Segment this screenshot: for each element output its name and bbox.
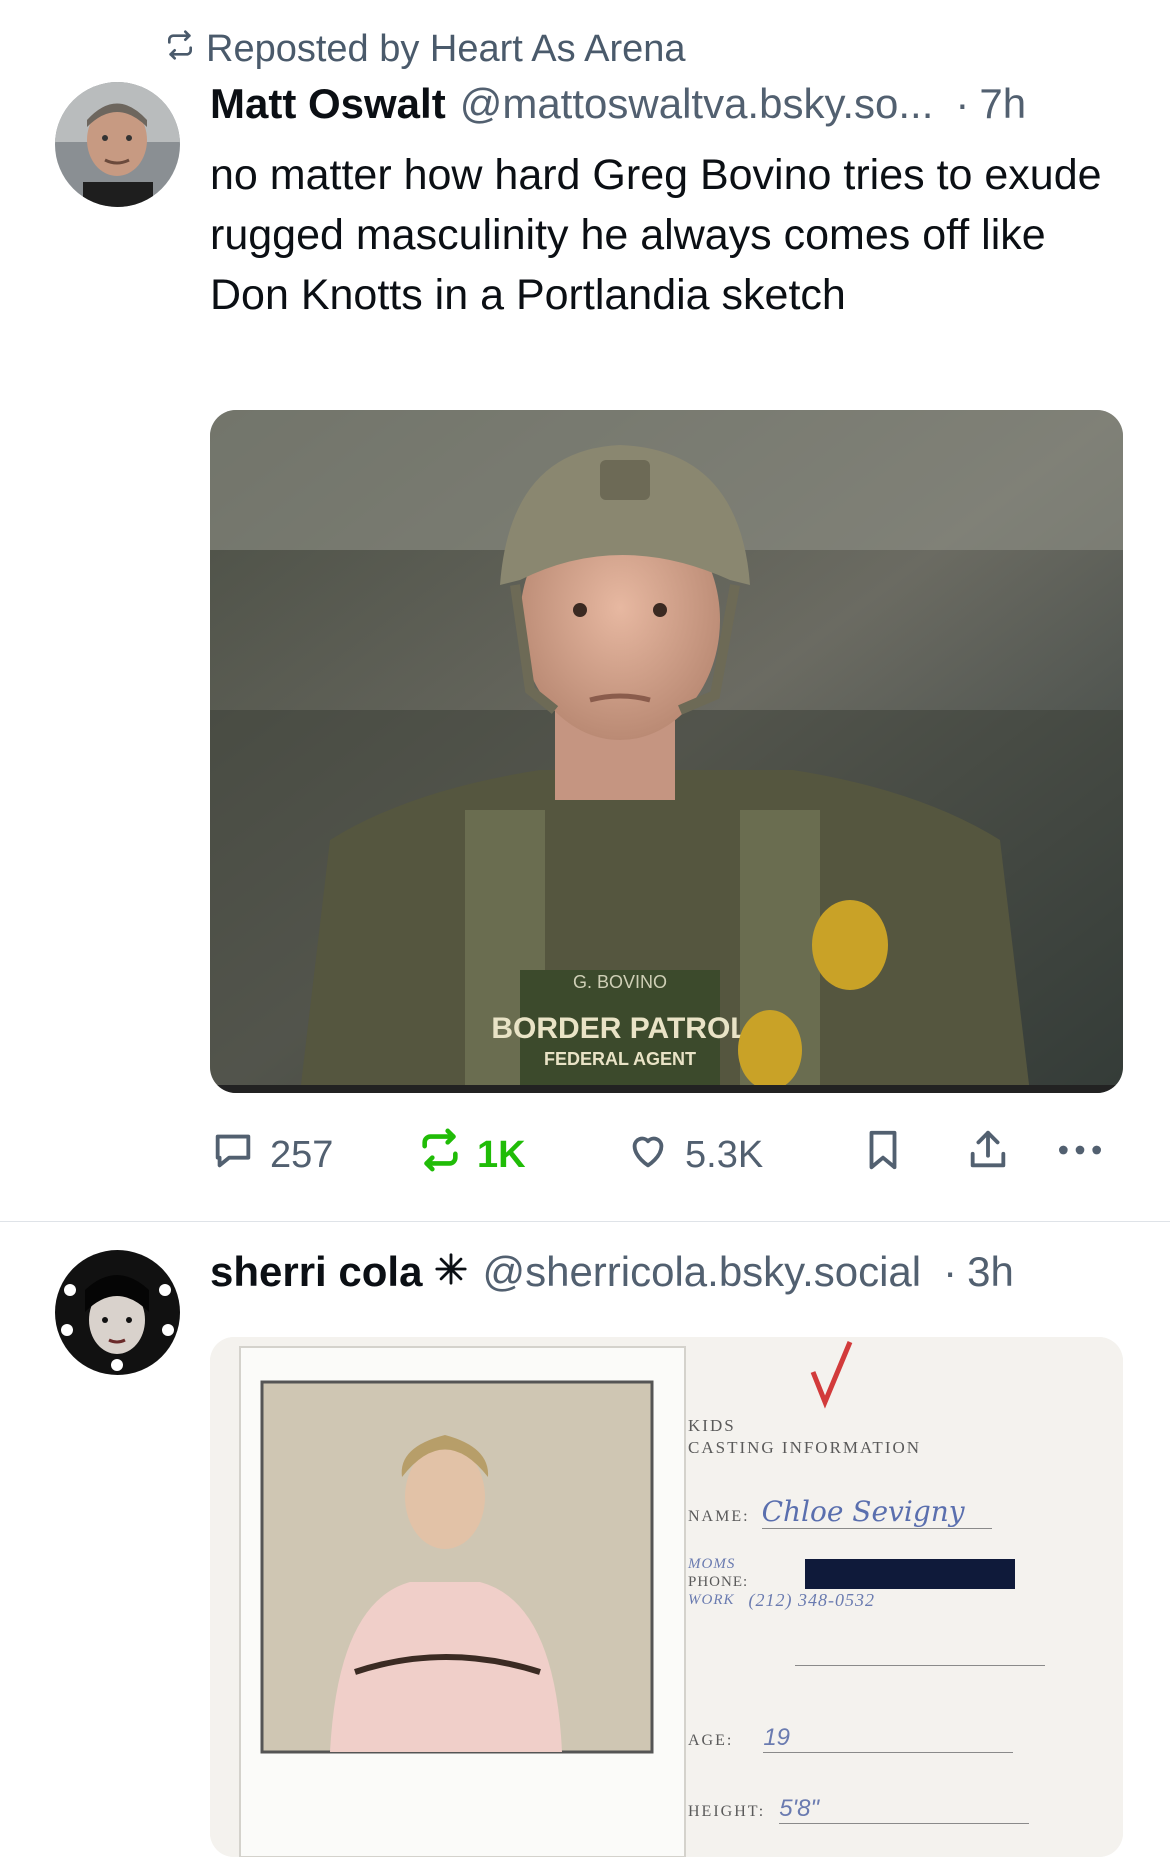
card-work-value: (212) 348-0532 [748,1590,875,1610]
repost-label: Reposted by Heart As Arena [206,27,686,70]
avatar[interactable] [55,82,180,207]
card-heading-casting: CASTING INFORMATION [688,1438,922,1457]
repost-icon [417,1127,463,1183]
more-options-button[interactable] [1055,1125,1105,1185]
name-tag-text: G. BOVINO [573,972,667,992]
author-name[interactable]: sherri cola [210,1248,422,1296]
post-time[interactable]: 3h [967,1248,1014,1296]
repost-button[interactable]: 1K [417,1125,526,1185]
blank-line [795,1665,1045,1666]
card-age-value: 19 [763,1724,1014,1753]
post-header: sherri cola @sherricola.bsky.social · 3h [210,1248,1014,1296]
card-heading-kids: KIDS [688,1416,736,1435]
post-header: Matt Oswalt @mattoswaltva.bsky.so... · 7… [210,80,1026,128]
bookmark-button[interactable] [860,1125,906,1185]
share-button[interactable] [965,1125,1011,1185]
post-text: no matter how hard Greg Bovino tries to … [210,151,1102,319]
verified-icon [434,1248,468,1296]
reply-button[interactable]: 257 [210,1125,333,1185]
repost-count: 1K [477,1133,526,1176]
card-name-label: NAME: [688,1508,750,1525]
card-name-value: Chloe Sevigny [761,1495,992,1529]
post-actions: 257 1K 5.3K [210,1125,1115,1185]
separator: · [955,80,970,127]
bookmark-icon [860,1127,906,1183]
repost-icon [164,28,196,71]
card-age-label: AGE: [688,1732,734,1749]
reply-icon [210,1127,256,1183]
post-image[interactable]: KIDS CASTING INFORMATION NAME: Chloe Sev… [210,1337,1123,1857]
more-icon [1055,1127,1105,1183]
post-time[interactable]: 7h [979,80,1026,128]
like-count: 5.3K [685,1133,764,1176]
author-handle[interactable]: @sherricola.bsky.social [482,1248,921,1296]
repost-indicator[interactable]: Reposted by Heart As Arena [164,22,686,76]
heart-icon [625,1127,671,1183]
avatar[interactable] [55,1250,180,1375]
author-name[interactable]: Matt Oswalt [210,80,446,128]
post-divider [0,1221,1170,1222]
author-handle[interactable]: @mattoswaltva.bsky.so... [460,80,934,128]
separator: · [943,1248,958,1295]
card-height-label: HEIGHT: [688,1803,766,1820]
card-height-value: 5'8" [779,1795,1030,1824]
patch-line2: FEDERAL AGENT [544,1049,696,1069]
redaction-bar [805,1559,1015,1589]
post-image[interactable]: G. BOVINO BORDER PATROL FEDERAL AGENT [210,410,1123,1093]
patch-line1: BORDER PATROL [491,1012,748,1045]
share-icon [965,1127,1011,1183]
reply-count: 257 [270,1133,334,1176]
card-work-label: WORK [688,1592,735,1608]
like-button[interactable]: 5.3K [625,1125,763,1185]
